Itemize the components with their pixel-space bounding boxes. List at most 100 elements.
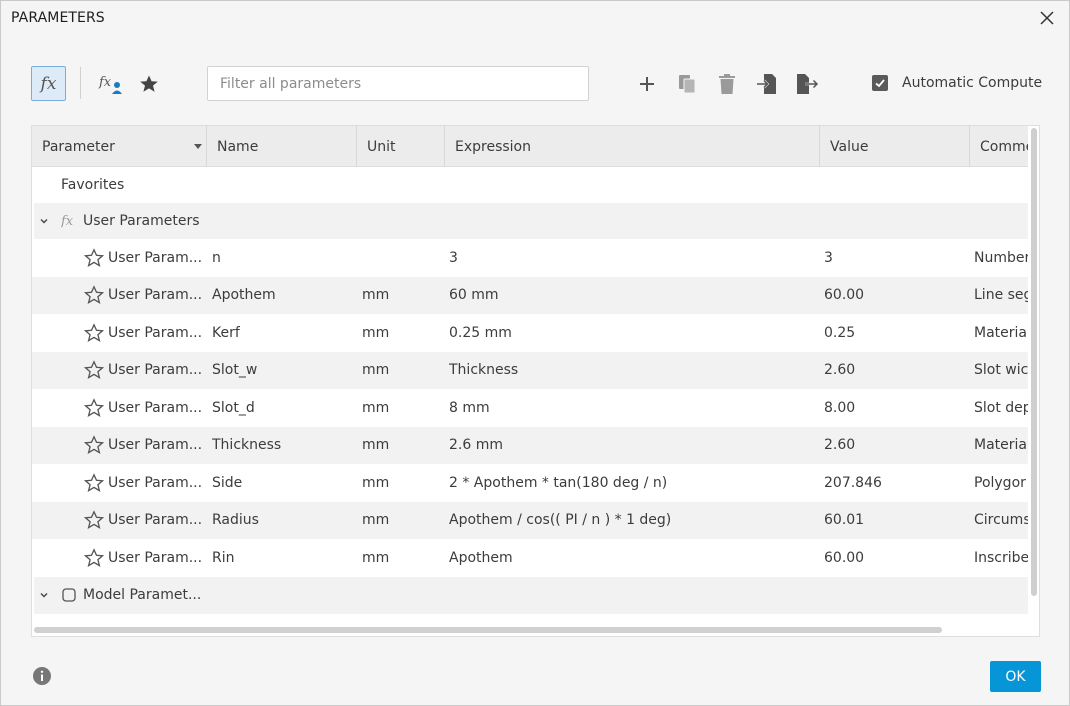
table-row[interactable]: User Param... Apothem mm 60 mm 60.00 Line seg: [32, 276, 1028, 315]
parameter-type-cell: User Param...: [108, 324, 203, 341]
fx-user-add-icon: fx: [98, 75, 122, 94]
favorite-star-outline-icon[interactable]: [84, 239, 104, 277]
table-row[interactable]: User Param... Radius mm Apothem / cos(( PI …: [32, 501, 1028, 540]
ok-button[interactable]: OK: [990, 661, 1041, 692]
expression-cell[interactable]: 3: [449, 239, 458, 277]
table-row[interactable]: User Param... n 3 3 Number: [32, 239, 1028, 277]
checkmark-icon: [875, 79, 885, 88]
copy-parameter-button[interactable]: [674, 71, 700, 97]
comment-cell: Materia: [974, 324, 1027, 341]
table-row[interactable]: User Param... Slot_d mm 8 mm 8.00 Slot dep: [32, 389, 1028, 427]
table-row[interactable]: User Param... Slot_w mm Thickness 2.60 Slot w…: [32, 351, 1028, 390]
parameter-type-cell: User Param...: [108, 399, 203, 416]
import-icon: [757, 74, 776, 94]
parameters-table: Parameter Name Unit Expression Value Com…: [31, 125, 1040, 637]
table-row[interactable]: User Param... Rin mm Apothem 60.00 Inscribe: [32, 539, 1028, 577]
favorite-star-outline-icon[interactable]: [84, 539, 104, 577]
model-parameters-group-row[interactable]: Model Paramet...: [32, 576, 1028, 614]
table-body: Favorites fx User Parameters User Param.…: [32, 167, 1028, 614]
favorite-star-outline-icon[interactable]: [84, 464, 104, 502]
info-icon[interactable]: [32, 666, 52, 686]
value-cell: 0.25: [824, 324, 856, 341]
comment-cell: Circums: [974, 512, 1028, 529]
favorites-label: Favorites: [61, 177, 125, 193]
copy-icon: [679, 75, 696, 94]
model-parameters-group-label: Model Paramet...: [83, 587, 202, 603]
title-bar: PARAMETERS: [1, 1, 1069, 37]
favorite-star-outline-icon[interactable]: [84, 314, 104, 352]
column-header-name[interactable]: Name: [207, 126, 357, 167]
expression-cell[interactable]: Apothem / cos(( PI / n ) * 1 deg): [449, 502, 671, 540]
parameter-type-cell: User Param...: [108, 474, 203, 491]
parameters-dialog: PARAMETERS fx fx Filter all parameters A…: [0, 0, 1070, 706]
favorite-star-outline-icon[interactable]: [84, 352, 104, 390]
user-parameters-filter-button[interactable]: fx: [31, 66, 66, 101]
unit-cell: mm: [362, 324, 390, 341]
import-parameters-button[interactable]: [754, 71, 780, 97]
user-parameters-group-row[interactable]: fx User Parameters: [32, 203, 1028, 239]
table-row[interactable]: User Param... Side mm 2 * Apothem * tan(180…: [32, 464, 1028, 502]
expression-cell[interactable]: 8 mm: [449, 389, 490, 427]
unit-cell: mm: [362, 549, 390, 566]
value-cell: 60.00: [824, 549, 865, 566]
add-user-parameter-button[interactable]: fx: [96, 71, 124, 97]
name-cell: n: [212, 249, 221, 266]
close-icon: [1040, 11, 1054, 25]
automatic-compute-toggle[interactable]: Automatic Compute: [872, 74, 1042, 92]
column-header-parameter[interactable]: Parameter: [32, 126, 207, 167]
vertical-scrollbar[interactable]: [1031, 128, 1037, 596]
horizontal-scrollbar[interactable]: [34, 627, 942, 633]
favorites-group-row[interactable]: Favorites: [32, 167, 1028, 203]
add-icon: [640, 77, 654, 91]
column-header-value[interactable]: Value: [820, 126, 970, 167]
favorite-star-outline-icon[interactable]: [84, 389, 104, 427]
name-cell: Rin: [212, 549, 235, 566]
svg-text:fx: fx: [98, 75, 112, 90]
user-parameters-group-label: User Parameters: [83, 213, 200, 229]
comment-cell: Number: [974, 249, 1028, 266]
toolbar-separator: [80, 67, 81, 99]
parameter-type-cell: User Param...: [108, 362, 203, 379]
column-header-expression[interactable]: Expression: [445, 126, 820, 167]
favorite-star-outline-icon[interactable]: [84, 502, 104, 540]
expression-cell[interactable]: 2.6 mm: [449, 427, 503, 465]
unit-cell: mm: [362, 437, 390, 454]
expression-cell[interactable]: 0.25 mm: [449, 314, 512, 352]
delete-parameter-button[interactable]: [714, 71, 740, 97]
comment-cell: Polygor: [974, 474, 1026, 491]
expression-cell[interactable]: 60 mm: [449, 277, 499, 315]
expand-chevron-icon[interactable]: [39, 203, 49, 239]
fx-group-icon: fx: [61, 213, 74, 229]
favorite-star-outline-icon[interactable]: [84, 427, 104, 465]
comment-cell: Inscribe: [974, 549, 1028, 566]
value-cell: 60.01: [824, 512, 865, 529]
name-cell: Kerf: [212, 324, 240, 341]
unit-cell: mm: [362, 399, 390, 416]
close-button[interactable]: [1033, 5, 1061, 31]
unit-cell: mm: [362, 474, 390, 491]
parameter-type-cell: User Param...: [108, 287, 203, 304]
unit-cell: mm: [362, 362, 390, 379]
add-parameter-button[interactable]: [634, 71, 660, 97]
value-cell: 3: [824, 249, 833, 266]
filter-parameters-input[interactable]: [207, 66, 589, 101]
expand-chevron-icon[interactable]: [39, 577, 49, 614]
automatic-compute-checkbox[interactable]: [872, 75, 888, 91]
column-header-comment[interactable]: Comme: [970, 126, 1028, 167]
favorites-filter-button[interactable]: [136, 71, 162, 97]
expression-cell[interactable]: 2 * Apothem * tan(180 deg / n): [449, 464, 667, 502]
comment-cell: Materia: [974, 437, 1027, 454]
value-cell: 60.00: [824, 287, 865, 304]
parameter-type-cell: User Param...: [108, 512, 203, 529]
fx-user-parameters-icon: fx: [40, 73, 57, 94]
table-row[interactable]: User Param... Thickness mm 2.6 mm 2.60 Materi…: [32, 426, 1028, 465]
model-body-icon: [61, 577, 77, 614]
favorite-star-icon: [140, 75, 158, 92]
export-parameters-button[interactable]: [794, 71, 820, 97]
expression-cell[interactable]: Apothem: [449, 539, 513, 577]
column-header-unit[interactable]: Unit: [357, 126, 445, 167]
expression-cell[interactable]: Thickness: [449, 352, 518, 390]
table-row[interactable]: User Param... Kerf mm 0.25 mm 0.25 Materia: [32, 314, 1028, 352]
value-cell: 2.60: [824, 437, 856, 454]
favorite-star-outline-icon[interactable]: [84, 277, 104, 315]
